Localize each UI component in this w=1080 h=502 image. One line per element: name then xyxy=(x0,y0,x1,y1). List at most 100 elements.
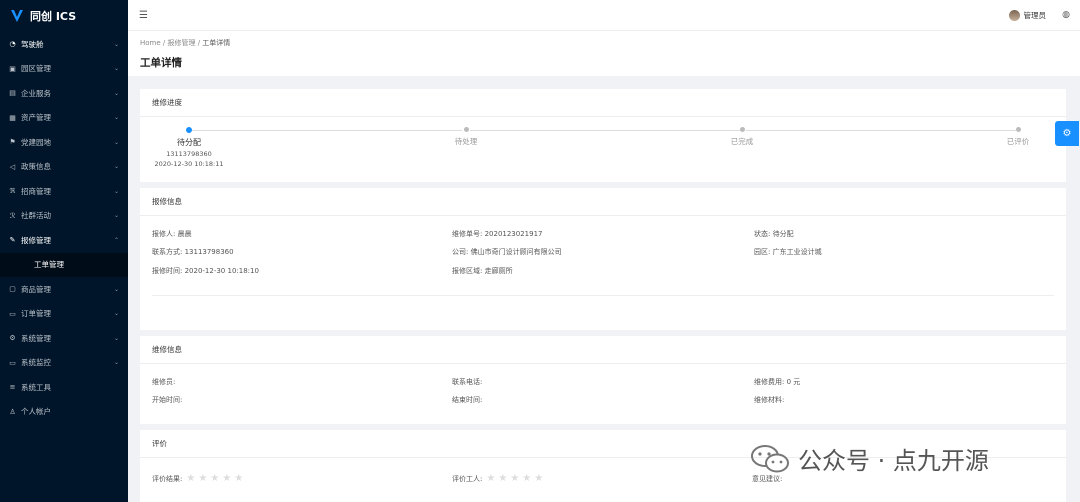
chevron-down-icon: ⌄ xyxy=(113,138,119,146)
step-time: 2020-12-30 10:18:11 xyxy=(154,160,224,168)
breadcrumb-home[interactable]: Home xyxy=(140,39,161,47)
tools-icon: ≡ xyxy=(9,383,16,392)
app-name: 同创 ICS xyxy=(30,10,77,23)
sidebar-item-label: 系统工具 xyxy=(21,382,51,392)
step-connector xyxy=(192,130,462,131)
step-connector xyxy=(470,130,740,131)
sidebar-item[interactable]: ▣ 园区管理 ⌄ xyxy=(0,57,128,82)
sidebar-item[interactable]: ◔ 驾驶舱 ⌄ xyxy=(0,32,128,57)
rating-stars[interactable]: ★★★★★ xyxy=(486,473,546,484)
step-phone: 13113798360 xyxy=(166,150,212,158)
sidebar-item[interactable]: ▦ 资产管理 ⌄ xyxy=(0,106,128,131)
app-logo[interactable]: 同创 ICS xyxy=(0,0,128,32)
sidebar-item[interactable]: ▭ 系统监控 ⌄ xyxy=(0,351,128,376)
review-result-label: 评价结果: xyxy=(152,474,183,483)
progress-steps: 待分配 13113798360 2020-12-30 10:18:11 待处理 … xyxy=(140,117,1066,183)
sidebar-item-label: 社群活动 xyxy=(21,211,51,221)
park-icon: ▣ xyxy=(9,64,16,73)
order-no: 维修单号: 2020123021917 xyxy=(452,230,543,238)
asset-icon: ▦ xyxy=(9,113,16,122)
wechat-icon xyxy=(751,444,789,472)
park: 园区: 广东工业设计城 xyxy=(754,248,822,256)
chevron-down-icon: ⌄ xyxy=(113,212,119,220)
goods-icon: ▢ xyxy=(9,285,16,294)
sidebar-item-label: 系统管理 xyxy=(21,333,51,343)
worker: 维修员: xyxy=(152,378,176,386)
watermark-text: 公众号 · 点九开源 xyxy=(798,447,989,475)
sidebar-item-label: 报修管理 xyxy=(21,235,51,245)
settings-icon: ⚙ xyxy=(9,334,16,343)
step-dot-active xyxy=(186,127,192,133)
gear-icon: ⚙ xyxy=(1062,128,1072,139)
sidebar-item-label: 党建园地 xyxy=(21,137,51,147)
chevron-down-icon: ⌄ xyxy=(113,40,119,48)
sidebar-item[interactable]: ≡ 系统工具 xyxy=(0,375,128,400)
material: 维修材料: xyxy=(754,396,785,404)
sidebar-item[interactable]: ▤ 企业服务 ⌄ xyxy=(0,81,128,106)
report-area: 报修区域: 走廊厕所 xyxy=(452,267,513,275)
step-dot xyxy=(739,127,745,132)
sidebar-item[interactable]: ▢ 商品管理 ⌄ xyxy=(0,277,128,302)
repair-info-card: 报修信息 报修人: 晨晨 维修单号: 2020123021917 状态: 待分配… xyxy=(140,188,1066,330)
progress-title: 维修进度 xyxy=(140,89,1066,117)
sidebar-item-label: 系统监控 xyxy=(21,358,51,368)
sidebar-item[interactable]: ℛ 社群活动 ⌄ xyxy=(0,204,128,229)
language-icon[interactable]: ◍ xyxy=(1062,10,1070,20)
chevron-down-icon: ⌄ xyxy=(113,359,119,367)
breadcrumb-current: 工单详情 xyxy=(202,39,231,47)
step-dot xyxy=(1015,127,1021,132)
contact: 联系方式: 13113798360 xyxy=(152,248,234,256)
chevron-down-icon: ⌄ xyxy=(113,65,119,73)
enterprise-icon: ▤ xyxy=(9,89,16,98)
sidebar-item[interactable]: ◁ 政策信息 ⌄ xyxy=(0,155,128,180)
user-name: 管理员 xyxy=(1023,10,1047,20)
chevron-down-icon: ⌄ xyxy=(113,89,119,97)
sidebar-item-label: 政策信息 xyxy=(21,162,51,172)
review-worker-label: 评价工人: xyxy=(452,474,483,483)
reporter: 报修人: 晨晨 xyxy=(152,230,192,238)
end-time: 结束时间: xyxy=(452,396,483,404)
sidebar-item[interactable]: ⚙ 系统管理 ⌄ xyxy=(0,326,128,351)
maintain-info-title: 维修信息 xyxy=(140,336,1066,364)
chevron-up-icon: ⌃ xyxy=(113,236,119,244)
fee: 维修费用: 0 元 xyxy=(754,378,801,386)
sidebar-item-label: 企业服务 xyxy=(21,88,51,98)
monitor-icon: ▭ xyxy=(9,358,16,367)
chevron-down-icon: ⌄ xyxy=(113,163,119,171)
step-label: 待处理 xyxy=(454,137,478,146)
sidebar-item[interactable]: ⚑ 党建园地 ⌄ xyxy=(0,130,128,155)
phone: 联系电话: xyxy=(452,378,483,386)
user-icon: ♙ xyxy=(9,407,16,416)
step-label: 已完成 xyxy=(730,137,754,146)
step-dot xyxy=(463,127,469,132)
review-worker: 评价工人: ★★★★★ xyxy=(452,473,546,484)
community-icon: ℛ xyxy=(9,211,16,220)
status: 状态: 待分配 xyxy=(754,230,794,238)
breadcrumb: Home / 报修管理 / 工单详情 xyxy=(140,39,231,47)
step-label: 待分配 xyxy=(177,138,201,147)
sidebar-item[interactable]: ▭ 订单管理 ⌄ xyxy=(0,302,128,327)
company: 公司: 佛山市奇门设计顾问有限公司 xyxy=(452,248,562,256)
sidebar-item-label: 资产管理 xyxy=(21,113,51,123)
user-menu[interactable]: 管理员 xyxy=(1008,9,1047,21)
page-title: 工单详情 xyxy=(140,57,182,69)
chevron-down-icon: ⌄ xyxy=(113,310,119,318)
step-label: 已评价 xyxy=(1006,137,1030,146)
rating-stars[interactable]: ★★★★★ xyxy=(186,473,246,484)
divider xyxy=(152,295,1054,296)
watermark: 公众号 · 点九开源 xyxy=(750,441,989,476)
sidebar-item-label: 驾驶舱 xyxy=(21,39,44,49)
top-header: ☰ 管理员 ◍ xyxy=(128,0,1080,31)
sidebar-item[interactable]: ✎ 报修管理 ⌃ xyxy=(0,228,128,253)
breadcrumb-parent[interactable]: 报修管理 xyxy=(167,39,195,47)
report-time: 报修时间: 2020-12-30 10:18:10 xyxy=(152,267,259,275)
wrench-icon: ✎ xyxy=(9,236,16,245)
sidebar-item[interactable]: ℜ 招商管理 ⌄ xyxy=(0,179,128,204)
dashboard-icon: ◔ xyxy=(9,40,16,49)
sidebar-subitem[interactable]: 工单管理 xyxy=(0,252,128,277)
sidebar-item[interactable]: ♙ 个人帐户 xyxy=(0,400,128,425)
menu-fold-icon[interactable]: ☰ xyxy=(139,10,148,21)
settings-gear-button[interactable]: ⚙ xyxy=(1055,121,1079,146)
sidebar-item-label: 招商管理 xyxy=(21,186,51,196)
logo-icon xyxy=(11,10,23,22)
